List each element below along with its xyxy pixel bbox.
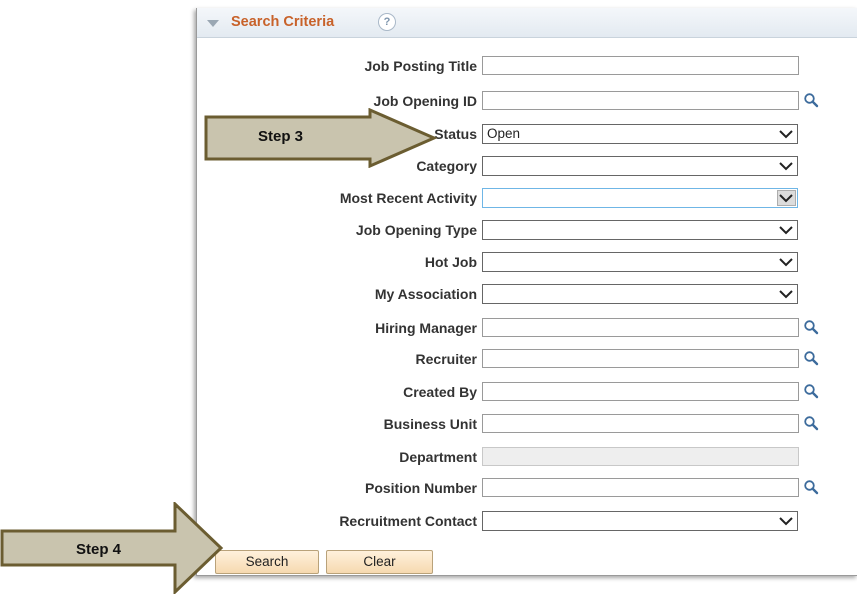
chevron-down-icon [779,226,793,235]
position-number-input[interactable] [482,478,799,497]
row-hiring-manager: Hiring Manager [197,318,857,342]
row-my-association: My Association [197,284,857,308]
row-department: Department [197,447,857,471]
magnifier-icon[interactable] [803,383,819,399]
row-position-number: Position Number [197,478,857,502]
chevron-down-icon [779,290,793,299]
recruitment-contact-select[interactable] [482,511,798,531]
row-recruiter: Recruiter [197,349,857,373]
chevron-down-icon [779,162,793,171]
job-opening-type-label: Job Opening Type [355,222,477,238]
created-by-input[interactable] [482,382,799,401]
magnifier-icon[interactable] [803,319,819,335]
row-most-recent-activity: Most Recent Activity [197,188,857,212]
status-select[interactable]: Open [482,124,798,144]
section-header[interactable]: Search Criteria ? [197,8,857,38]
most-recent-activity-select[interactable] [482,188,798,208]
position-number-label: Position Number [364,480,477,496]
chevron-down-icon [779,517,793,526]
magnifier-icon[interactable] [803,415,819,431]
row-created-by: Created By [197,382,857,406]
section-title: Search Criteria [231,14,335,30]
hiring-manager-label: Hiring Manager [375,320,477,336]
chevron-down-icon [779,258,793,267]
row-hot-job: Hot Job [197,252,857,276]
job-posting-title-input[interactable] [482,56,799,75]
hot-job-select[interactable] [482,252,798,272]
chevron-down-icon [779,194,793,203]
chevron-down-icon [779,130,793,139]
job-opening-id-label: Job Opening ID [373,93,477,109]
job-posting-title-label: Job Posting Title [364,58,477,74]
created-by-label: Created By [403,384,477,400]
help-icon[interactable]: ? [378,13,396,31]
hot-job-label: Hot Job [424,254,477,270]
search-criteria-panel: Search Criteria ? Job Posting Title Job … [196,8,857,576]
step3-callout-arrow [204,108,438,168]
row-business-unit: Business Unit [197,414,857,438]
recruitment-contact-label: Recruitment Contact [339,513,477,529]
recruiter-label: Recruiter [415,351,477,367]
business-unit-label: Business Unit [383,416,477,432]
collapse-triangle-icon[interactable] [207,20,219,27]
my-association-select[interactable] [482,284,798,304]
job-opening-type-select[interactable] [482,220,798,240]
hiring-manager-input[interactable] [482,318,799,337]
category-select[interactable] [482,156,798,176]
row-job-opening-type: Job Opening Type [197,220,857,244]
department-label: Department [399,449,477,465]
magnifier-icon[interactable] [803,92,819,108]
department-input [482,447,799,466]
most-recent-activity-label: Most Recent Activity [339,190,477,206]
step4-callout-label: Step 4 [76,541,122,558]
magnifier-icon[interactable] [803,479,819,495]
status-label: Status [434,126,477,142]
job-opening-id-input[interactable] [482,91,799,110]
magnifier-icon[interactable] [803,350,819,366]
search-button[interactable]: Search [215,550,319,574]
step3-callout-label: Step 3 [258,128,304,145]
my-association-label: My Association [374,286,477,302]
row-recruitment-contact: Recruitment Contact [197,511,857,535]
clear-button[interactable]: Clear [326,550,433,574]
status-value: Open [487,126,521,141]
row-job-posting-title: Job Posting Title [197,56,857,80]
recruiter-input[interactable] [482,349,799,368]
business-unit-input[interactable] [482,414,799,433]
